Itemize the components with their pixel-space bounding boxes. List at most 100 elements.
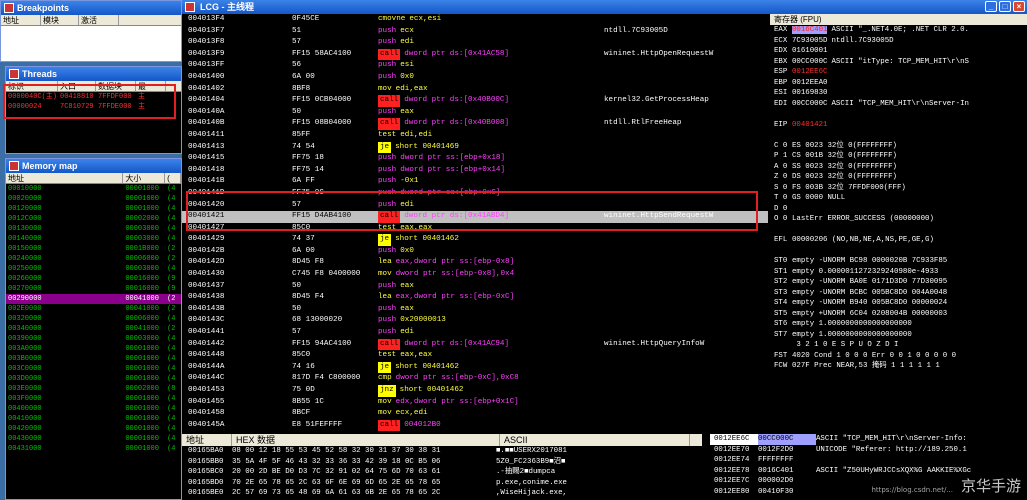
disasm-row[interactable]: 004013F8 57 push edi <box>182 37 768 49</box>
col-block[interactable]: 数据块 <box>96 81 136 91</box>
memory-row[interactable]: 00270000 00016000 (9 <box>6 284 181 294</box>
register-line[interactable]: EDI 00CC000C ASCII "TCP_MEM_HIT\r\nServer-… <box>770 99 1027 110</box>
disasm-row[interactable]: 004013F7 51 push ecx ntdll.7C93005D <box>182 26 768 38</box>
disasm-row[interactable]: 00401418 FF75 14 push dword ptr ss:[ebp+0x1… <box>182 165 768 177</box>
col-more[interactable]: ( <box>165 173 181 183</box>
memory-row[interactable]: 00260000 00016000 (9 <box>6 274 181 284</box>
stack-row[interactable]: 0012EE70 0012F2D0 UNICODE "Referer: http:/… <box>710 445 1027 456</box>
memory-row[interactable]: 00240000 00006000 (2 <box>6 254 181 264</box>
disasm-row[interactable]: 00401421 FF15 D4AB4100 call dword ptr ds:[0… <box>182 211 768 223</box>
disasm-row[interactable]: 00401404 FF15 0CB04000 call dword ptr ds:[0… <box>182 95 768 107</box>
register-line[interactable]: ST3 empty -UNORM BCBC 005BC8D0 004A0048 <box>770 288 1027 299</box>
register-line[interactable] <box>770 130 1027 141</box>
register-line[interactable]: EDX 01610001 <box>770 46 1027 57</box>
memory-row[interactable]: 00400000 00001000 (4 <box>6 404 181 414</box>
dump-row[interactable]: 00165BB0 35 5A 4F 5F 46 43 32 33 36 33 42… <box>182 457 702 468</box>
register-line[interactable]: D 0 <box>770 204 1027 215</box>
minimize-icon[interactable]: _ <box>985 1 997 12</box>
disasm-row[interactable]: 0040143B 50 push eax <box>182 304 768 316</box>
memory-row[interactable]: 00290000 00041000 (2 <box>6 294 181 304</box>
disasm-row[interactable]: 0040140A 50 push eax <box>182 107 768 119</box>
register-line[interactable]: ST2 empty -UNORM BA0E 0171D3D0 77D30095 <box>770 277 1027 288</box>
memory-row[interactable]: 00020000 00001000 (4 <box>6 194 181 204</box>
memory-row[interactable]: 00250000 00003000 (4 <box>6 264 181 274</box>
col-entry[interactable]: 入口 <box>58 81 96 91</box>
thread-row[interactable]: 00000024 7C810729 7FFDE000 主 <box>6 102 181 112</box>
disasm-row[interactable]: 00401430 C745 F8 0400000 mov dword ptr ss:[… <box>182 269 768 281</box>
memory-row[interactable]: 00390000 00003000 (4 <box>6 334 181 344</box>
col-active[interactable]: 激活 <box>79 15 119 25</box>
register-line[interactable]: ESI 00169830 <box>770 88 1027 99</box>
register-line[interactable]: EBP 0012EEA0 <box>770 78 1027 89</box>
disasm-row[interactable]: 004013F4 0F45CE cmovne ecx,esi <box>182 14 768 26</box>
register-line[interactable]: ST6 empty 1.0000000000000000000 <box>770 319 1027 330</box>
register-line[interactable]: S 0 FS 003B 32位 7FFDF000(FFF) <box>770 183 1027 194</box>
disasm-row[interactable]: 00401429 74 37 je short 00401462 <box>182 234 768 246</box>
col-address[interactable]: 地址 <box>182 434 232 446</box>
memory-row[interactable]: 00120000 00001000 (4 <box>6 204 181 214</box>
thread-row[interactable]: 0000040C(主) 00418810 7FFDF000 主 <box>6 92 181 102</box>
register-line[interactable]: Z 0 DS 0023 32位 0(FFFFFFFF) <box>770 172 1027 183</box>
register-line[interactable]: ST4 empty -UNORM B940 005BC8D0 00000024 <box>770 298 1027 309</box>
register-line[interactable]: C 0 ES 0023 32位 0(FFFFFFFF) <box>770 141 1027 152</box>
register-line[interactable]: O 0 LastErr ERROR_SUCCESS (00000000) <box>770 214 1027 225</box>
disasm-row[interactable]: 00401420 57 push edi <box>182 200 768 212</box>
memory-row[interactable]: 003B0000 00001000 (4 <box>6 354 181 364</box>
disasm-row[interactable]: 00401402 8BF8 mov edi,eax <box>182 84 768 96</box>
stack-row[interactable]: 0012EE6C 00CC000C ASCII "TCP_MEM_HIT\r\nSe… <box>710 434 1027 445</box>
disasm-row[interactable]: 0040140B FF15 08B04000 call dword ptr ds:[0… <box>182 118 768 130</box>
memory-row[interactable]: 00010000 00001000 (4 <box>6 184 181 194</box>
register-line[interactable] <box>770 109 1027 120</box>
memory-row[interactable]: 00420000 00001000 (4 <box>6 424 181 434</box>
disasm-row[interactable]: 004013F9 FF15 58AC4100 call dword ptr ds:[0… <box>182 48 768 61</box>
memory-row[interactable]: 003E0000 00002000 (8 <box>6 384 181 394</box>
memory-titlebar[interactable]: Memory map <box>6 159 181 173</box>
disasm-row[interactable]: 0040144A 74 16 je short 00401462 <box>182 361 768 374</box>
register-line[interactable]: A 0 SS 0023 32位 0(FFFFFFFF) <box>770 162 1027 173</box>
col-hex[interactable]: HEX 数据 <box>232 434 500 446</box>
register-line[interactable] <box>770 225 1027 236</box>
disasm-row[interactable]: 00401442 FF15 94AC4100 call dword ptr ds:[0… <box>182 338 768 351</box>
register-line[interactable]: EFL 00000206 (NO,NB,NE,A,NS,PE,GE,G) <box>770 235 1027 246</box>
col-last[interactable]: 最 <box>136 81 166 91</box>
disasm-row[interactable]: 0040142B 6A 00 push 0x0 <box>182 246 768 258</box>
col-ascii[interactable]: ASCII <box>500 434 690 446</box>
col-address[interactable]: 地址 <box>6 173 124 183</box>
register-line[interactable]: P 1 CS 001B 32位 0(FFFFFFFF) <box>770 151 1027 162</box>
disasm-row[interactable]: 00401458 8BCF mov ecx,edi <box>182 408 768 420</box>
disasm-row[interactable]: 0040144C 817D F4 C800000 cmp dword ptr ss:[… <box>182 373 768 385</box>
disasm-row[interactable]: 00401411 85FF test edi,edi <box>182 130 768 142</box>
dump-row[interactable]: 00165BD0 70 2E 65 78 65 2C 63 6F 6E 69 6D… <box>182 478 702 489</box>
disasm-row[interactable]: 00401400 6A 00 push 0x0 <box>182 72 768 84</box>
register-line[interactable]: ECX 7C93005D ntdll.7C93005D <box>770 36 1027 47</box>
disasm-row[interactable]: 00401437 50 push eax <box>182 281 768 293</box>
disasm-row[interactable]: 00401415 FF75 18 push dword ptr ss:[ebp+0x1… <box>182 153 768 165</box>
disasm-row[interactable]: 0040141D FF75 0C push dword ptr ss:[ebp+0xC… <box>182 188 768 200</box>
memory-row[interactable]: 00130000 00003000 (4 <box>6 224 181 234</box>
disasm-row[interactable]: 00401413 74 54 je short 00401469 <box>182 141 768 154</box>
memory-row[interactable]: 00431000 00001000 (4 <box>6 444 181 454</box>
register-line[interactable]: ST7 empty 1.0000000000000000000 <box>770 330 1027 341</box>
register-line[interactable]: ST5 empty +UNORM 6C04 0208004B 00000003 <box>770 309 1027 320</box>
hex-dump-pane[interactable]: 地址 HEX 数据 ASCII 00165BA0 08 00 12 18 55 5… <box>182 434 702 500</box>
disasm-row[interactable]: 0040141B 6A FF push -0x1 <box>182 176 768 188</box>
register-line[interactable]: ESP 0012EE6C <box>770 67 1027 78</box>
threads-titlebar[interactable]: Threads <box>6 67 181 81</box>
disassembly-pane[interactable]: 004013F4 0F45CE cmovne ecx,esi 004013F7 51 pus… <box>182 14 768 432</box>
register-line[interactable]: EBX 00CC000C ASCII "itType: TCP_MEM_HIT\r\… <box>770 57 1027 68</box>
disasm-row[interactable]: 0040142D 8D45 F8 lea eax,dword ptr ss:[ebp-… <box>182 257 768 269</box>
register-line[interactable]: FCW 027F Prec NEAR,53 掩码 1 1 1 1 1 1 <box>770 361 1027 372</box>
dump-row[interactable]: 00165BA0 08 00 12 18 55 53 45 52 58 32 30… <box>182 446 702 457</box>
maximize-icon[interactable]: □ <box>999 1 1011 12</box>
memory-row[interactable]: 003F0000 00001000 (4 <box>6 394 181 404</box>
dump-row[interactable]: 00165BC0 20 00 2D BE D0 D3 7C 32 91 02 64… <box>182 467 702 478</box>
register-line[interactable]: T 0 GS 0000 NULL <box>770 193 1027 204</box>
memory-row[interactable]: 003A0000 00001000 (4 <box>6 344 181 354</box>
col-module[interactable]: 模块 <box>41 15 79 25</box>
disasm-row[interactable]: 0040145A E8 51FEFFFF call 004012B0 <box>182 419 768 432</box>
disasm-row[interactable]: 004013FF 56 push esi <box>182 60 768 72</box>
register-line[interactable]: ST0 empty -UNORM BC98 0000020B 7C933F85 <box>770 256 1027 267</box>
memory-row[interactable]: 003D0000 00001000 (4 <box>6 374 181 384</box>
col-size[interactable]: 大小 <box>123 173 166 183</box>
cpu-titlebar[interactable]: LCG - 主线程 _ □ × <box>182 0 1027 14</box>
